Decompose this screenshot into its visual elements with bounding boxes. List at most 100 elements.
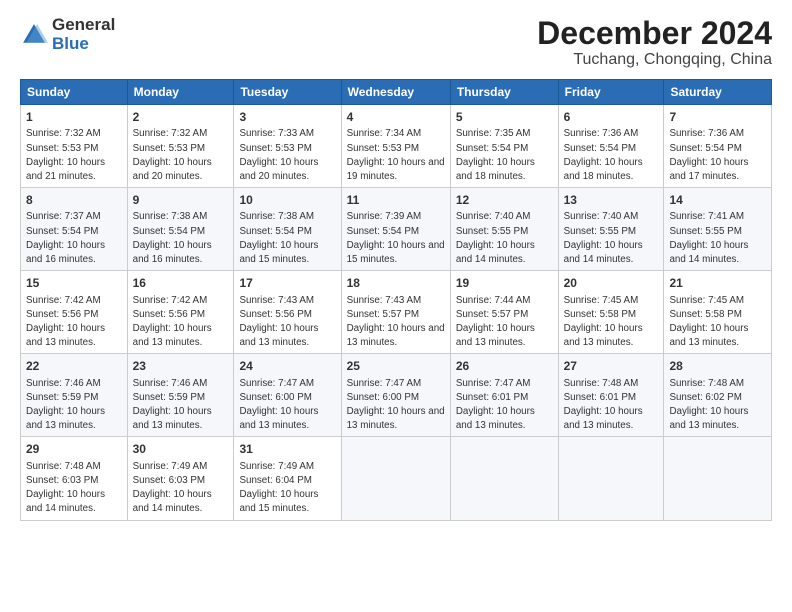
logo-blue: Blue <box>52 35 115 54</box>
day-cell: 14 Sunrise: 7:41 AMSunset: 5:55 PMDayligh… <box>664 188 772 271</box>
day-number: 31 <box>239 441 335 457</box>
day-cell: 22 Sunrise: 7:46 AMSunset: 5:59 PMDayligh… <box>21 354 128 437</box>
day-cell <box>664 437 772 520</box>
header-thursday: Thursday <box>450 80 558 105</box>
logo-icon <box>20 21 48 49</box>
day-cell: 29 Sunrise: 7:48 AMSunset: 6:03 PMDayligh… <box>21 437 128 520</box>
day-number: 26 <box>456 358 553 374</box>
day-info: Sunrise: 7:43 AMSunset: 5:56 PMDaylight:… <box>239 295 318 349</box>
day-cell: 18 Sunrise: 7:43 AMSunset: 5:57 PMDayligh… <box>341 271 450 354</box>
day-number: 16 <box>133 275 229 291</box>
day-cell <box>558 437 664 520</box>
day-number: 28 <box>669 358 766 374</box>
calendar-title: December 2024 <box>537 16 772 51</box>
day-cell: 5Sunrise: 7:35 AMSunset: 5:54 PMDaylight… <box>450 105 558 188</box>
week-row-5: 29 Sunrise: 7:48 AMSunset: 6:03 PMDayligh… <box>21 437 772 520</box>
day-number: 21 <box>669 275 766 291</box>
day-number: 18 <box>347 275 445 291</box>
day-number: 19 <box>456 275 553 291</box>
day-cell: 7 Sunrise: 7:36 AMSunset: 5:54 PMDaylight… <box>664 105 772 188</box>
day-number: 24 <box>239 358 335 374</box>
day-info: Sunrise: 7:44 AMSunset: 5:57 PMDaylight:… <box>456 295 535 349</box>
day-info: Sunrise: 7:47 AMSunset: 6:00 PMDaylight:… <box>347 378 445 432</box>
day-info: Sunrise: 7:36 AMSunset: 5:54 PMDaylight:… <box>564 128 643 182</box>
logo-text: General Blue <box>52 16 115 53</box>
day-cell: 8 Sunrise: 7:37 AMSunset: 5:54 PMDaylight… <box>21 188 128 271</box>
day-info: Sunrise: 7:33 AMSunset: 5:53 PMDaylight:… <box>239 128 318 182</box>
day-number: 20 <box>564 275 659 291</box>
day-number: 27 <box>564 358 659 374</box>
day-number: 6 <box>564 109 659 125</box>
day-info: Sunrise: 7:48 AMSunset: 6:01 PMDaylight:… <box>564 378 643 432</box>
day-info: Sunrise: 7:46 AMSunset: 5:59 PMDaylight:… <box>133 378 212 432</box>
day-cell: 16 Sunrise: 7:42 AMSunset: 5:56 PMDayligh… <box>127 271 234 354</box>
day-cell: 21 Sunrise: 7:45 AMSunset: 5:58 PMDayligh… <box>664 271 772 354</box>
day-cell: 15 Sunrise: 7:42 AMSunset: 5:56 PMDayligh… <box>21 271 128 354</box>
day-info: Sunrise: 7:39 AMSunset: 5:54 PMDaylight:… <box>347 211 445 265</box>
header-tuesday: Tuesday <box>234 80 341 105</box>
day-cell: 2Sunrise: 7:32 AMSunset: 5:53 PMDaylight… <box>127 105 234 188</box>
day-number: 30 <box>133 441 229 457</box>
page: General Blue December 2024 Tuchang, Chon… <box>0 0 792 612</box>
header-row: Sunday Monday Tuesday Wednesday Thursday… <box>21 80 772 105</box>
day-cell: 17 Sunrise: 7:43 AMSunset: 5:56 PMDayligh… <box>234 271 341 354</box>
day-number: 11 <box>347 192 445 208</box>
week-row-1: 1Sunrise: 7:32 AMSunset: 5:53 PMDaylight… <box>21 105 772 188</box>
day-cell: 6 Sunrise: 7:36 AMSunset: 5:54 PMDaylight… <box>558 105 664 188</box>
day-cell: 12 Sunrise: 7:40 AMSunset: 5:55 PMDayligh… <box>450 188 558 271</box>
day-info: Sunrise: 7:46 AMSunset: 5:59 PMDaylight:… <box>26 378 105 432</box>
day-cell: 20 Sunrise: 7:45 AMSunset: 5:58 PMDayligh… <box>558 271 664 354</box>
day-number: 3 <box>239 109 335 125</box>
calendar-table: Sunday Monday Tuesday Wednesday Thursday… <box>20 79 772 520</box>
day-info: Sunrise: 7:40 AMSunset: 5:55 PMDaylight:… <box>456 211 535 265</box>
day-info: Sunrise: 7:43 AMSunset: 5:57 PMDaylight:… <box>347 295 445 349</box>
day-number: 4 <box>347 109 445 125</box>
day-cell: 3 Sunrise: 7:33 AMSunset: 5:53 PMDaylight… <box>234 105 341 188</box>
day-info: Sunrise: 7:37 AMSunset: 5:54 PMDaylight:… <box>26 211 105 265</box>
day-info: Sunrise: 7:47 AMSunset: 6:01 PMDaylight:… <box>456 378 535 432</box>
day-cell: 1Sunrise: 7:32 AMSunset: 5:53 PMDaylight… <box>21 105 128 188</box>
day-cell: 28Sunrise: 7:48 AMSunset: 6:02 PMDayligh… <box>664 354 772 437</box>
title-block: December 2024 Tuchang, Chongqing, China <box>537 16 772 69</box>
day-cell: 26 Sunrise: 7:47 AMSunset: 6:01 PMDayligh… <box>450 354 558 437</box>
day-number: 22 <box>26 358 122 374</box>
day-cell: 19 Sunrise: 7:44 AMSunset: 5:57 PMDayligh… <box>450 271 558 354</box>
day-number: 13 <box>564 192 659 208</box>
header: General Blue December 2024 Tuchang, Chon… <box>20 16 772 69</box>
day-info: Sunrise: 7:45 AMSunset: 5:58 PMDaylight:… <box>669 295 748 349</box>
day-info: Sunrise: 7:38 AMSunset: 5:54 PMDaylight:… <box>133 211 212 265</box>
day-cell: 24 Sunrise: 7:47 AMSunset: 6:00 PMDayligh… <box>234 354 341 437</box>
logo-general: General <box>52 16 115 35</box>
day-info: Sunrise: 7:49 AMSunset: 6:03 PMDaylight:… <box>133 461 212 515</box>
week-row-3: 15 Sunrise: 7:42 AMSunset: 5:56 PMDayligh… <box>21 271 772 354</box>
day-info: Sunrise: 7:49 AMSunset: 6:04 PMDaylight:… <box>239 461 318 515</box>
day-cell: 27 Sunrise: 7:48 AMSunset: 6:01 PMDayligh… <box>558 354 664 437</box>
header-sunday: Sunday <box>21 80 128 105</box>
day-info: Sunrise: 7:42 AMSunset: 5:56 PMDaylight:… <box>133 295 212 349</box>
day-info: Sunrise: 7:42 AMSunset: 5:56 PMDaylight:… <box>26 295 105 349</box>
day-cell: 31 Sunrise: 7:49 AMSunset: 6:04 PMDayligh… <box>234 437 341 520</box>
day-info: Sunrise: 7:45 AMSunset: 5:58 PMDaylight:… <box>564 295 643 349</box>
day-number: 9 <box>133 192 229 208</box>
day-number: 29 <box>26 441 122 457</box>
day-number: 17 <box>239 275 335 291</box>
week-row-2: 8 Sunrise: 7:37 AMSunset: 5:54 PMDaylight… <box>21 188 772 271</box>
day-info: Sunrise: 7:40 AMSunset: 5:55 PMDaylight:… <box>564 211 643 265</box>
day-number: 12 <box>456 192 553 208</box>
day-number: 7 <box>669 109 766 125</box>
day-info: Sunrise: 7:35 AMSunset: 5:54 PMDaylight:… <box>456 128 535 182</box>
day-number: 14 <box>669 192 766 208</box>
day-info: Sunrise: 7:41 AMSunset: 5:55 PMDaylight:… <box>669 211 748 265</box>
day-cell: 11 Sunrise: 7:39 AMSunset: 5:54 PMDayligh… <box>341 188 450 271</box>
day-number: 8 <box>26 192 122 208</box>
day-info: Sunrise: 7:47 AMSunset: 6:00 PMDaylight:… <box>239 378 318 432</box>
day-cell: 13 Sunrise: 7:40 AMSunset: 5:55 PMDayligh… <box>558 188 664 271</box>
day-cell <box>341 437 450 520</box>
calendar-subtitle: Tuchang, Chongqing, China <box>537 51 772 69</box>
day-info: Sunrise: 7:32 AMSunset: 5:53 PMDaylight:… <box>26 128 105 182</box>
day-info: Sunrise: 7:36 AMSunset: 5:54 PMDaylight:… <box>669 128 748 182</box>
day-info: Sunrise: 7:48 AMSunset: 6:03 PMDaylight:… <box>26 461 105 515</box>
day-number: 15 <box>26 275 122 291</box>
day-cell: 25Sunrise: 7:47 AMSunset: 6:00 PMDayligh… <box>341 354 450 437</box>
week-row-4: 22 Sunrise: 7:46 AMSunset: 5:59 PMDayligh… <box>21 354 772 437</box>
